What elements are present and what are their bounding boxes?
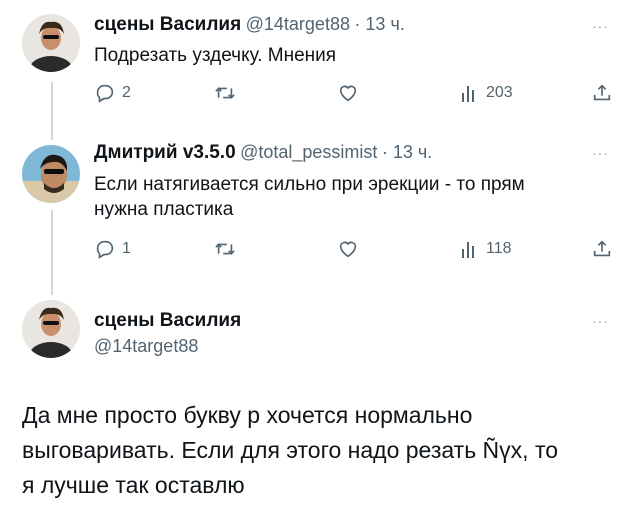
more-options-icon[interactable]: ··· [592,145,609,161]
retweet-button[interactable] [213,82,237,104]
reply-button[interactable]: 1 [94,238,131,260]
share-icon [593,84,611,101]
timestamp[interactable]: · 13 ч. [354,14,404,34]
author-name[interactable]: Дмитрий v3.5.0 [94,142,236,163]
reply-count: 2 [122,84,131,101]
author-handle[interactable]: @14target88 [94,336,198,357]
like-icon [339,85,357,102]
views-button[interactable]: 118 [460,238,512,260]
timestamp[interactable]: · 13 ч. [382,142,432,162]
like-icon [339,241,357,258]
avatar[interactable] [22,14,80,72]
share-button[interactable] [591,238,613,260]
views-icon [462,242,474,258]
avatar[interactable] [22,145,80,203]
like-button[interactable] [337,82,359,104]
retweet-icon [215,87,235,99]
retweet-button[interactable] [213,238,237,260]
tweet-text: Подрезать уздечку. Мнения [94,45,337,66]
reply-button[interactable]: 2 [94,82,131,104]
like-button[interactable] [337,238,359,260]
view-count: 203 [486,84,513,101]
more-options-icon[interactable]: ··· [592,18,609,34]
author-handle[interactable]: @total_pessimist [240,142,377,162]
reply-icon [96,84,114,103]
views-button[interactable]: 203 [460,82,513,104]
more-options-icon[interactable]: ··· [592,313,609,329]
main-tweet-text-line: я лучше так оставлю [22,472,245,498]
author-name[interactable]: сцены Василия [94,14,241,35]
share-icon [593,240,611,257]
author-name[interactable]: сцены Василия [94,310,241,332]
avatar[interactable] [22,300,80,358]
share-button[interactable] [591,82,613,104]
main-tweet-text-line: выговаривать. Если для этого надо резать… [22,437,559,463]
reply-count: 1 [122,240,131,257]
main-tweet-text-line: Да мне просто букву р хочется нормально [22,402,473,428]
view-count: 118 [486,240,512,257]
author-handle[interactable]: @14target88 [246,14,350,34]
thread-line [51,82,53,140]
tweet-text-line: Если натягивается сильно при эрекции - т… [94,174,525,195]
thread-line [51,210,53,295]
retweet-icon [215,243,235,255]
views-icon [462,86,474,102]
reply-icon [96,240,114,259]
tweet-text-line: нужна пластика [94,199,234,220]
